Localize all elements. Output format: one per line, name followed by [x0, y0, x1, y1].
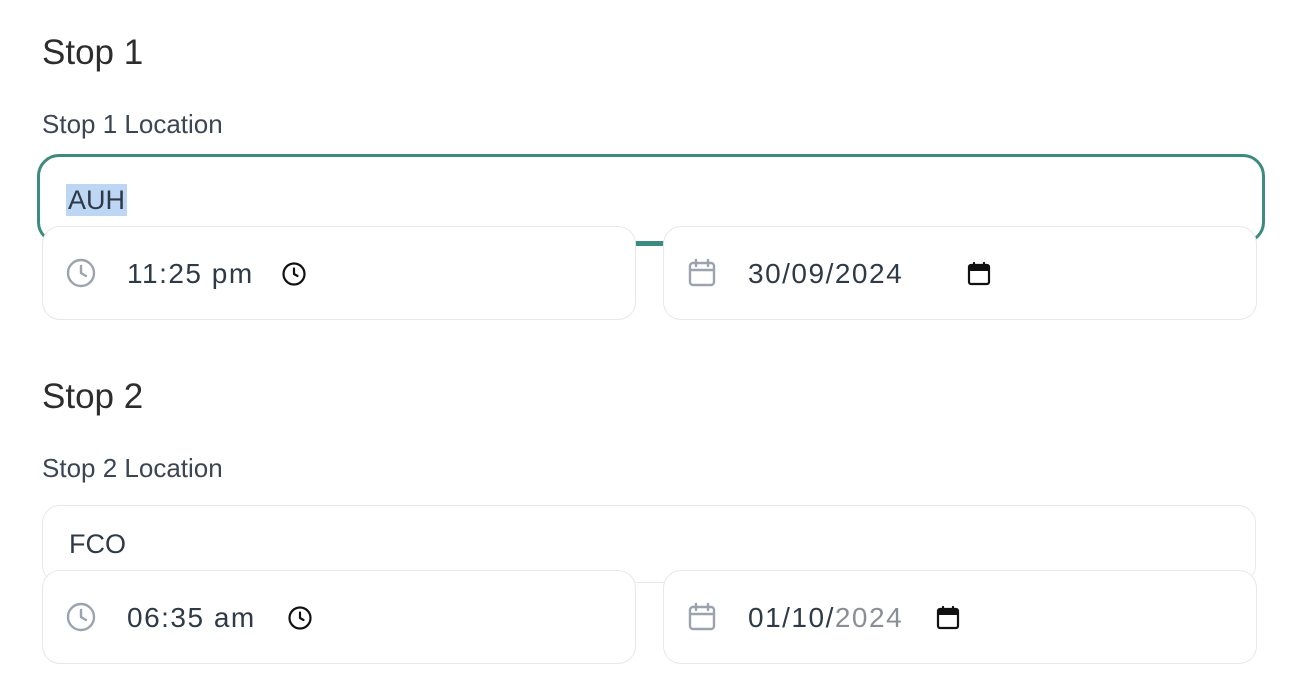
stop-2-location-value: FCO — [69, 529, 126, 559]
calendar-icon — [688, 602, 716, 631]
stop-1-location-label: Stop 1 Location — [42, 109, 223, 139]
clock-picker-icon[interactable] — [281, 261, 307, 287]
clock-picker-icon[interactable] — [287, 605, 313, 631]
stop-2-title: Stop 2 — [42, 377, 144, 416]
stop-1-title: Stop 1 — [42, 33, 144, 72]
stop-2-date-value: 01/10/2024 — [748, 602, 904, 633]
stop-2-location-label: Stop 2 Location — [42, 453, 223, 483]
clock-icon — [66, 602, 96, 632]
stop-1-location-value: AUH — [66, 184, 128, 217]
stop-2-time-value: 06:35 am — [127, 602, 256, 633]
stop-1-time-value: 11:25 pm — [127, 258, 254, 289]
calendar-picker-icon[interactable] — [966, 261, 992, 287]
stop-1-date-field[interactable]: 30/09/2024 — [663, 226, 1257, 320]
stop-2-time-field[interactable]: 06:35 am — [42, 570, 636, 664]
stop-1-time-field[interactable]: 11:25 pm — [42, 226, 636, 320]
calendar-icon — [688, 258, 716, 287]
stop-2-date-field[interactable]: 01/10/2024 — [663, 570, 1257, 664]
calendar-picker-icon[interactable] — [935, 605, 961, 631]
focus-accent-line — [636, 242, 666, 246]
clock-icon — [66, 258, 96, 288]
stop-1-date-value: 30/09/2024 — [748, 258, 904, 289]
